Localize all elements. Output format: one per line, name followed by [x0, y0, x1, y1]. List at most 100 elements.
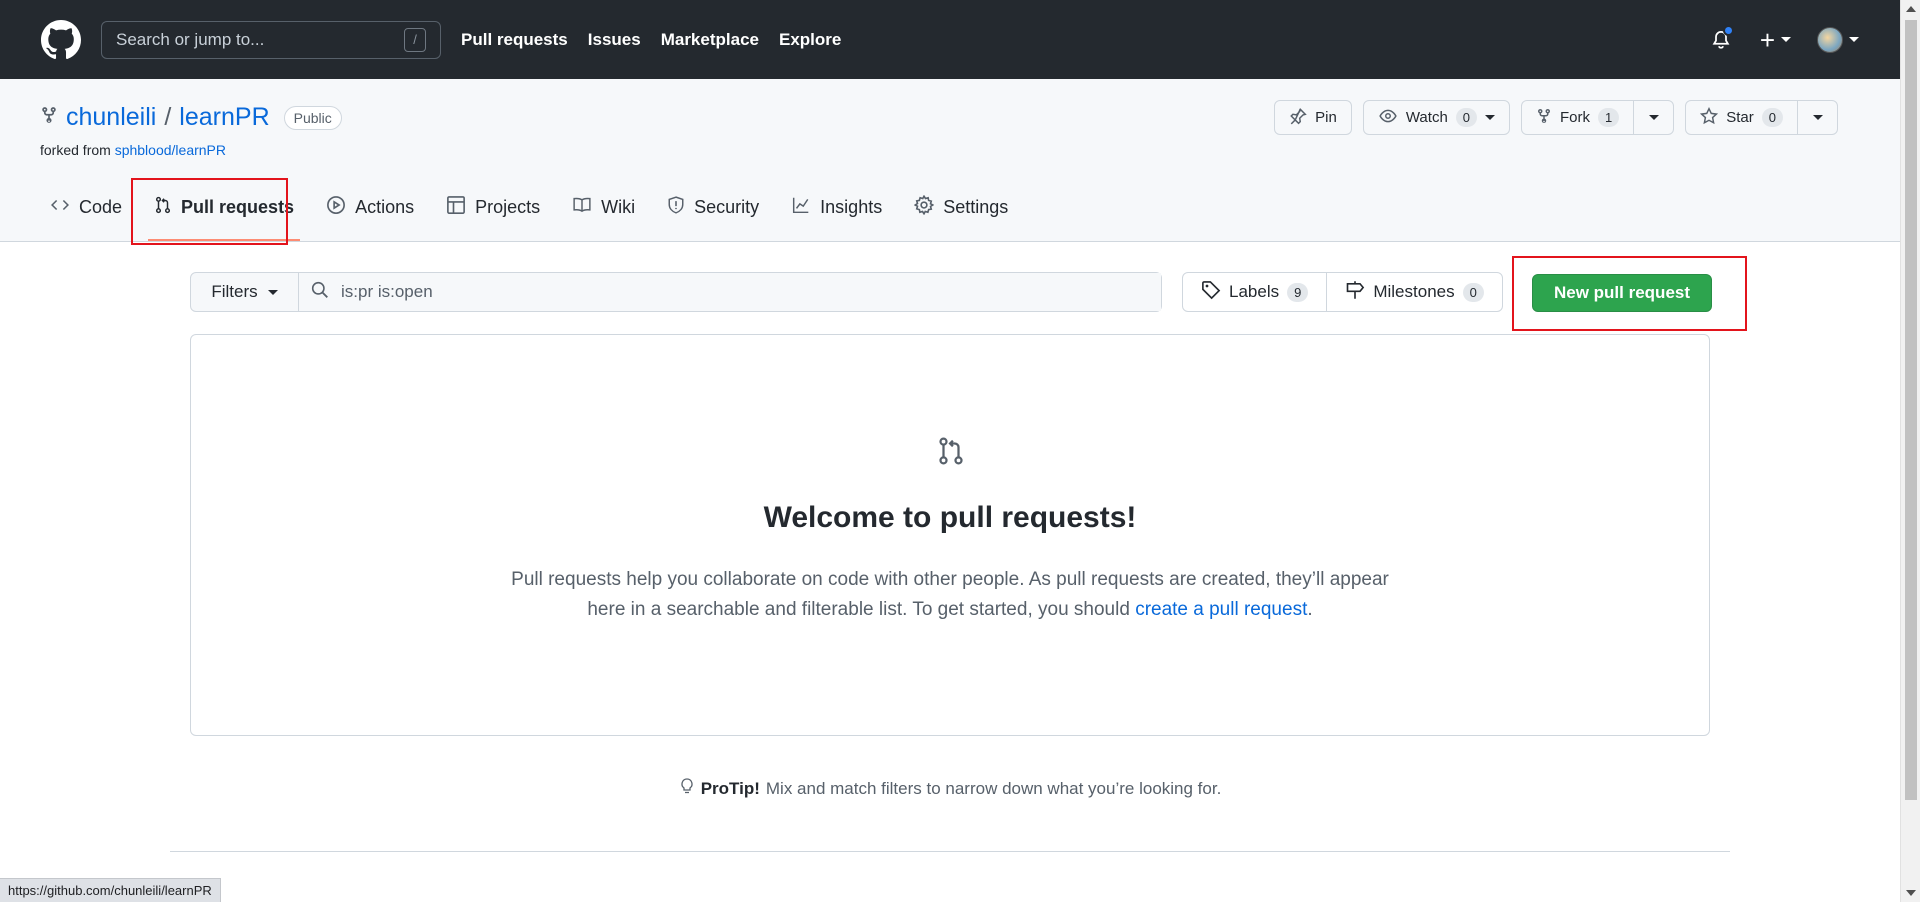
- github-logo-icon[interactable]: [41, 19, 81, 60]
- header-actions: +: [1708, 24, 1859, 53]
- notifications-bell-icon[interactable]: [1708, 24, 1734, 53]
- pr-search-input[interactable]: is:pr is:open: [299, 273, 1161, 311]
- header-nav: Pull requests Issues Marketplace Explore: [461, 30, 841, 50]
- milestone-icon: [1345, 280, 1365, 305]
- repo-forked-icon: [40, 106, 58, 129]
- pin-button-content: Pin: [1275, 101, 1351, 134]
- tab-settings[interactable]: Settings: [902, 185, 1020, 229]
- blankslate-period: .: [1307, 599, 1313, 620]
- fork-button[interactable]: Fork 1: [1522, 101, 1633, 134]
- forked-from-label: forked from: [40, 142, 111, 158]
- scroll-down-arrow-icon[interactable]: [1906, 890, 1916, 896]
- avatar: [1817, 26, 1843, 53]
- highlight-box-pull-requests-tab: [131, 178, 288, 245]
- tab-label: Actions: [355, 196, 415, 217]
- watch-count: 0: [1455, 108, 1478, 127]
- tab-actions[interactable]: Actions: [314, 185, 426, 229]
- forked-source-link[interactable]: sphblood/learnPR: [115, 142, 226, 158]
- create-pull-request-link[interactable]: create a pull request: [1135, 599, 1307, 620]
- tab-label: Wiki: [601, 196, 636, 217]
- labels-label: Labels: [1229, 282, 1280, 301]
- chevron-down-icon: [1812, 115, 1823, 120]
- footer-divider: [170, 851, 1730, 852]
- header-nav-issues[interactable]: Issues: [588, 30, 641, 50]
- search-query-text: is:pr is:open: [341, 282, 433, 301]
- filters-button[interactable]: Filters: [191, 273, 299, 311]
- header-nav-explore[interactable]: Explore: [779, 30, 841, 50]
- pin-button[interactable]: Pin: [1274, 100, 1352, 135]
- chevron-down-icon: [1849, 37, 1859, 42]
- scrollbar-thumb[interactable]: [1905, 20, 1917, 800]
- repo-owner-link[interactable]: chunleili: [66, 103, 156, 132]
- user-menu[interactable]: [1817, 26, 1859, 53]
- header-nav-marketplace[interactable]: Marketplace: [661, 30, 759, 50]
- pin-icon: [1289, 107, 1307, 129]
- labels-count: 9: [1287, 282, 1309, 302]
- blankslate-title: Welcome to pull requests!: [763, 501, 1137, 534]
- create-new-menu[interactable]: +: [1760, 27, 1791, 53]
- repo-title: chunleili / learnPR Public: [40, 103, 342, 132]
- tab-wiki[interactable]: Wiki: [560, 185, 647, 229]
- play-icon: [326, 195, 346, 220]
- filters-search-group: Filters is:pr is:open: [190, 272, 1162, 312]
- protip: ProTip! Mix and match filters to narrow …: [0, 776, 1900, 801]
- star-list-dropdown-button[interactable]: [1797, 101, 1837, 134]
- protip-text: Mix and match filters to narrow down wha…: [765, 778, 1222, 798]
- tab-label: Settings: [943, 196, 1009, 217]
- chevron-down-icon: [1648, 115, 1659, 120]
- search-placeholder: Search or jump to...: [116, 29, 265, 49]
- eye-icon: [1378, 107, 1398, 129]
- watch-label: Watch: [1405, 109, 1448, 126]
- milestones-count: 0: [1462, 282, 1484, 302]
- code-icon: [50, 196, 70, 219]
- chevron-down-icon: [1781, 37, 1791, 42]
- fork-label: Fork: [1560, 109, 1591, 126]
- book-icon: [572, 196, 592, 219]
- search-icon: [311, 281, 329, 304]
- shield-icon: [667, 195, 685, 220]
- protip-label: ProTip!: [700, 778, 760, 798]
- tab-security[interactable]: Security: [655, 185, 771, 229]
- global-header: Search or jump to... / Pull requests Iss…: [0, 0, 1900, 79]
- watch-button-group: Watch 0: [1362, 100, 1511, 135]
- scroll-up-arrow-icon[interactable]: [1906, 6, 1916, 12]
- pull-requests-blankslate: Welcome to pull requests! Pull requests …: [190, 334, 1710, 736]
- tab-insights[interactable]: Insights: [779, 185, 894, 229]
- page-scrollbar[interactable]: [1900, 0, 1920, 902]
- fork-count: 1: [1598, 108, 1620, 127]
- fork-button-group: Fork 1: [1521, 100, 1675, 135]
- table-icon: [446, 195, 466, 220]
- star-count: 0: [1761, 108, 1783, 127]
- search-shortcut-key: /: [404, 27, 426, 52]
- gear-icon: [913, 194, 935, 220]
- fork-icon: [1536, 107, 1552, 129]
- header-nav-pull-requests[interactable]: Pull requests: [461, 30, 568, 50]
- graph-icon: [791, 196, 811, 219]
- visibility-badge: Public: [283, 105, 342, 130]
- forked-from: forked from sphblood/learnPR: [40, 142, 226, 158]
- notification-dot: [1722, 24, 1734, 36]
- tag-icon: [1201, 280, 1221, 305]
- pr-toolbar: Filters is:pr is:open Labels 9 Milestone…: [190, 272, 1712, 312]
- filters-label: Filters: [211, 282, 258, 301]
- fork-dropdown-button[interactable]: [1633, 101, 1673, 134]
- star-button[interactable]: Star 0: [1686, 101, 1797, 134]
- tab-code[interactable]: Code: [38, 185, 134, 229]
- browser-status-url: https://github.com/chunleili/learnPR: [0, 878, 221, 902]
- plus-icon: +: [1759, 24, 1775, 55]
- star-label: Star: [1726, 109, 1754, 126]
- labels-link[interactable]: Labels 9: [1183, 273, 1326, 311]
- star-button-group: Star 0: [1685, 100, 1838, 135]
- light-bulb-icon: [679, 776, 695, 801]
- labels-milestones-group: Labels 9 Milestones 0: [1182, 272, 1503, 312]
- repo-name-link[interactable]: learnPR: [179, 103, 269, 132]
- milestones-link[interactable]: Milestones 0: [1326, 273, 1502, 311]
- pin-label: Pin: [1315, 109, 1337, 126]
- highlight-box-new-pull-request: [1512, 256, 1747, 331]
- watch-button[interactable]: Watch 0: [1364, 101, 1509, 134]
- chevron-down-icon: [267, 289, 278, 295]
- tab-label: Code: [79, 196, 123, 217]
- tab-label: Security: [694, 196, 760, 217]
- tab-projects[interactable]: Projects: [434, 185, 552, 229]
- global-search-input[interactable]: Search or jump to... /: [101, 20, 441, 59]
